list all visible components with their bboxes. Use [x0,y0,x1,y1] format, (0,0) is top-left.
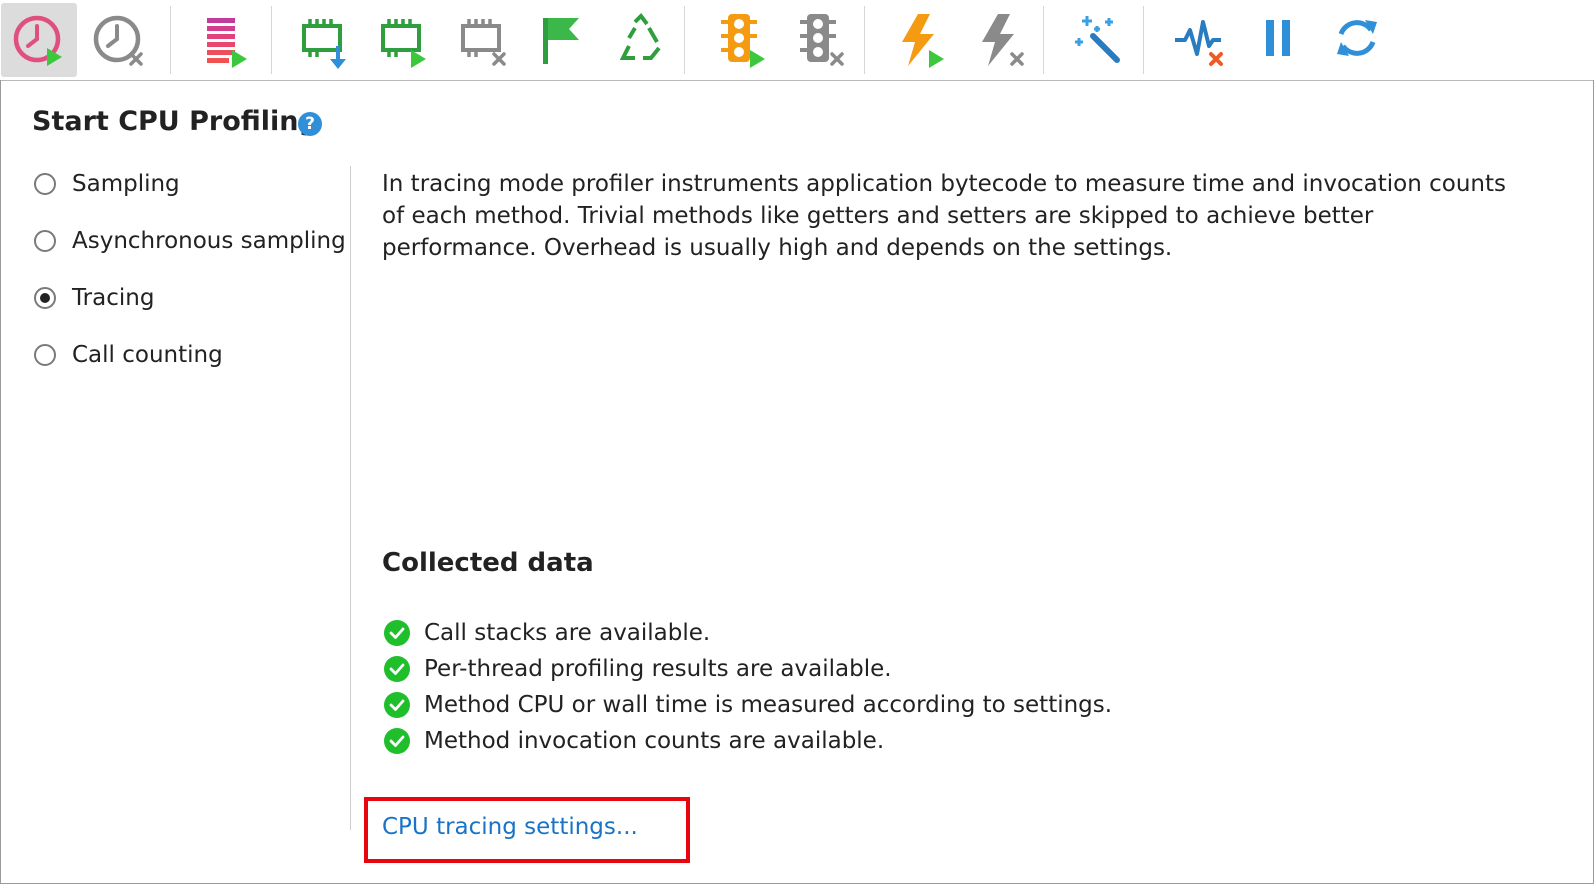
start-monitor-profiling-icon [721,14,765,68]
capture-memory-snapshot-icon [302,19,346,69]
checkmark-icon [384,728,410,754]
mode-label: Tracing [72,285,155,311]
radio-button[interactable] [34,230,56,252]
collected-data-text: Method invocation counts are available. [424,728,885,754]
start-allocation-recording-icon [207,18,247,68]
stop-monitor-profiling-button[interactable] [782,3,858,77]
stop-telemetry-icon [1175,20,1223,66]
toolbar-separator [271,6,272,74]
force-gc-icon [619,12,661,60]
mode-option-tracing[interactable]: Tracing [34,282,154,314]
collected-data-item: Call stacks are available. [384,618,710,648]
radio-button[interactable] [34,344,56,366]
start-cpu-profiling-button[interactable] [1,3,77,77]
pause-icon [1266,20,1290,56]
profiler-toolbar [0,0,1594,81]
collected-data-text: Method CPU or wall time is measured acco… [424,692,1113,718]
start-memory-recording-button[interactable] [364,3,440,77]
cpu-tracing-settings-link[interactable]: CPU tracing settings... [382,814,638,840]
vertical-divider [350,166,351,830]
toolbar-separator [684,6,685,74]
checkmark-icon [384,620,410,646]
collected-data-item: Per-thread profiling results are availab… [384,654,892,684]
stop-monitor-profiling-icon [800,14,844,66]
radio-button[interactable] [34,287,56,309]
collected-data-item: Method CPU or wall time is measured acco… [384,690,1112,720]
start-exception-profiling-button[interactable] [882,3,958,77]
flag-button[interactable] [523,3,599,77]
start-memory-recording-icon [381,19,426,68]
flag-icon [543,18,579,64]
stop-exception-profiling-button[interactable] [962,3,1038,77]
collected-data-text: Call stacks are available. [424,620,711,646]
collected-data-item: Method invocation counts are available. [384,726,884,756]
toolbar-separator [864,6,865,74]
toolbar-separator [1143,6,1144,74]
start-allocation-recording-button[interactable] [185,3,261,77]
magic-wand-button[interactable] [1061,3,1137,77]
mode-label: Call counting [72,342,223,368]
checkmark-icon [384,656,410,682]
stop-memory-recording-button[interactable] [444,3,520,77]
stop-cpu-profiling-icon [93,15,143,66]
checkmark-icon [384,692,410,718]
toolbar-separator [170,6,171,74]
page-title: Start CPU Profiling [32,106,318,137]
help-icon[interactable]: ? [298,112,322,136]
start-monitor-profiling-button[interactable] [703,3,779,77]
toolbar-separator [1043,6,1044,74]
mode-option-sampling[interactable]: Sampling [34,168,180,200]
refresh-button[interactable] [1319,3,1395,77]
stop-exception-profiling-icon [982,14,1024,66]
capture-memory-snapshot-button[interactable] [285,3,361,77]
start-cpu-profiling-icon [13,15,62,66]
mode-option-call-counting[interactable]: Call counting [34,339,223,371]
collected-data-text: Per-thread profiling results are availab… [424,656,892,682]
mode-option-asynchronous-sampling[interactable]: Asynchronous sampling [34,225,346,257]
stop-cpu-profiling-button[interactable] [81,3,157,77]
start-exception-profiling-icon [902,14,944,68]
mode-description: In tracing mode profiler instruments app… [382,171,1507,261]
radio-button[interactable] [34,173,56,195]
magic-wand-icon [1075,16,1120,63]
force-gc-button[interactable] [603,3,679,77]
refresh-icon [1337,20,1377,56]
mode-label: Sampling [72,171,180,197]
pause-button[interactable] [1240,3,1316,77]
stop-memory-recording-icon [461,19,506,66]
stop-telemetry-button[interactable] [1161,3,1237,77]
mode-label: Asynchronous sampling [72,228,346,254]
collected-data-heading: Collected data [382,548,594,578]
